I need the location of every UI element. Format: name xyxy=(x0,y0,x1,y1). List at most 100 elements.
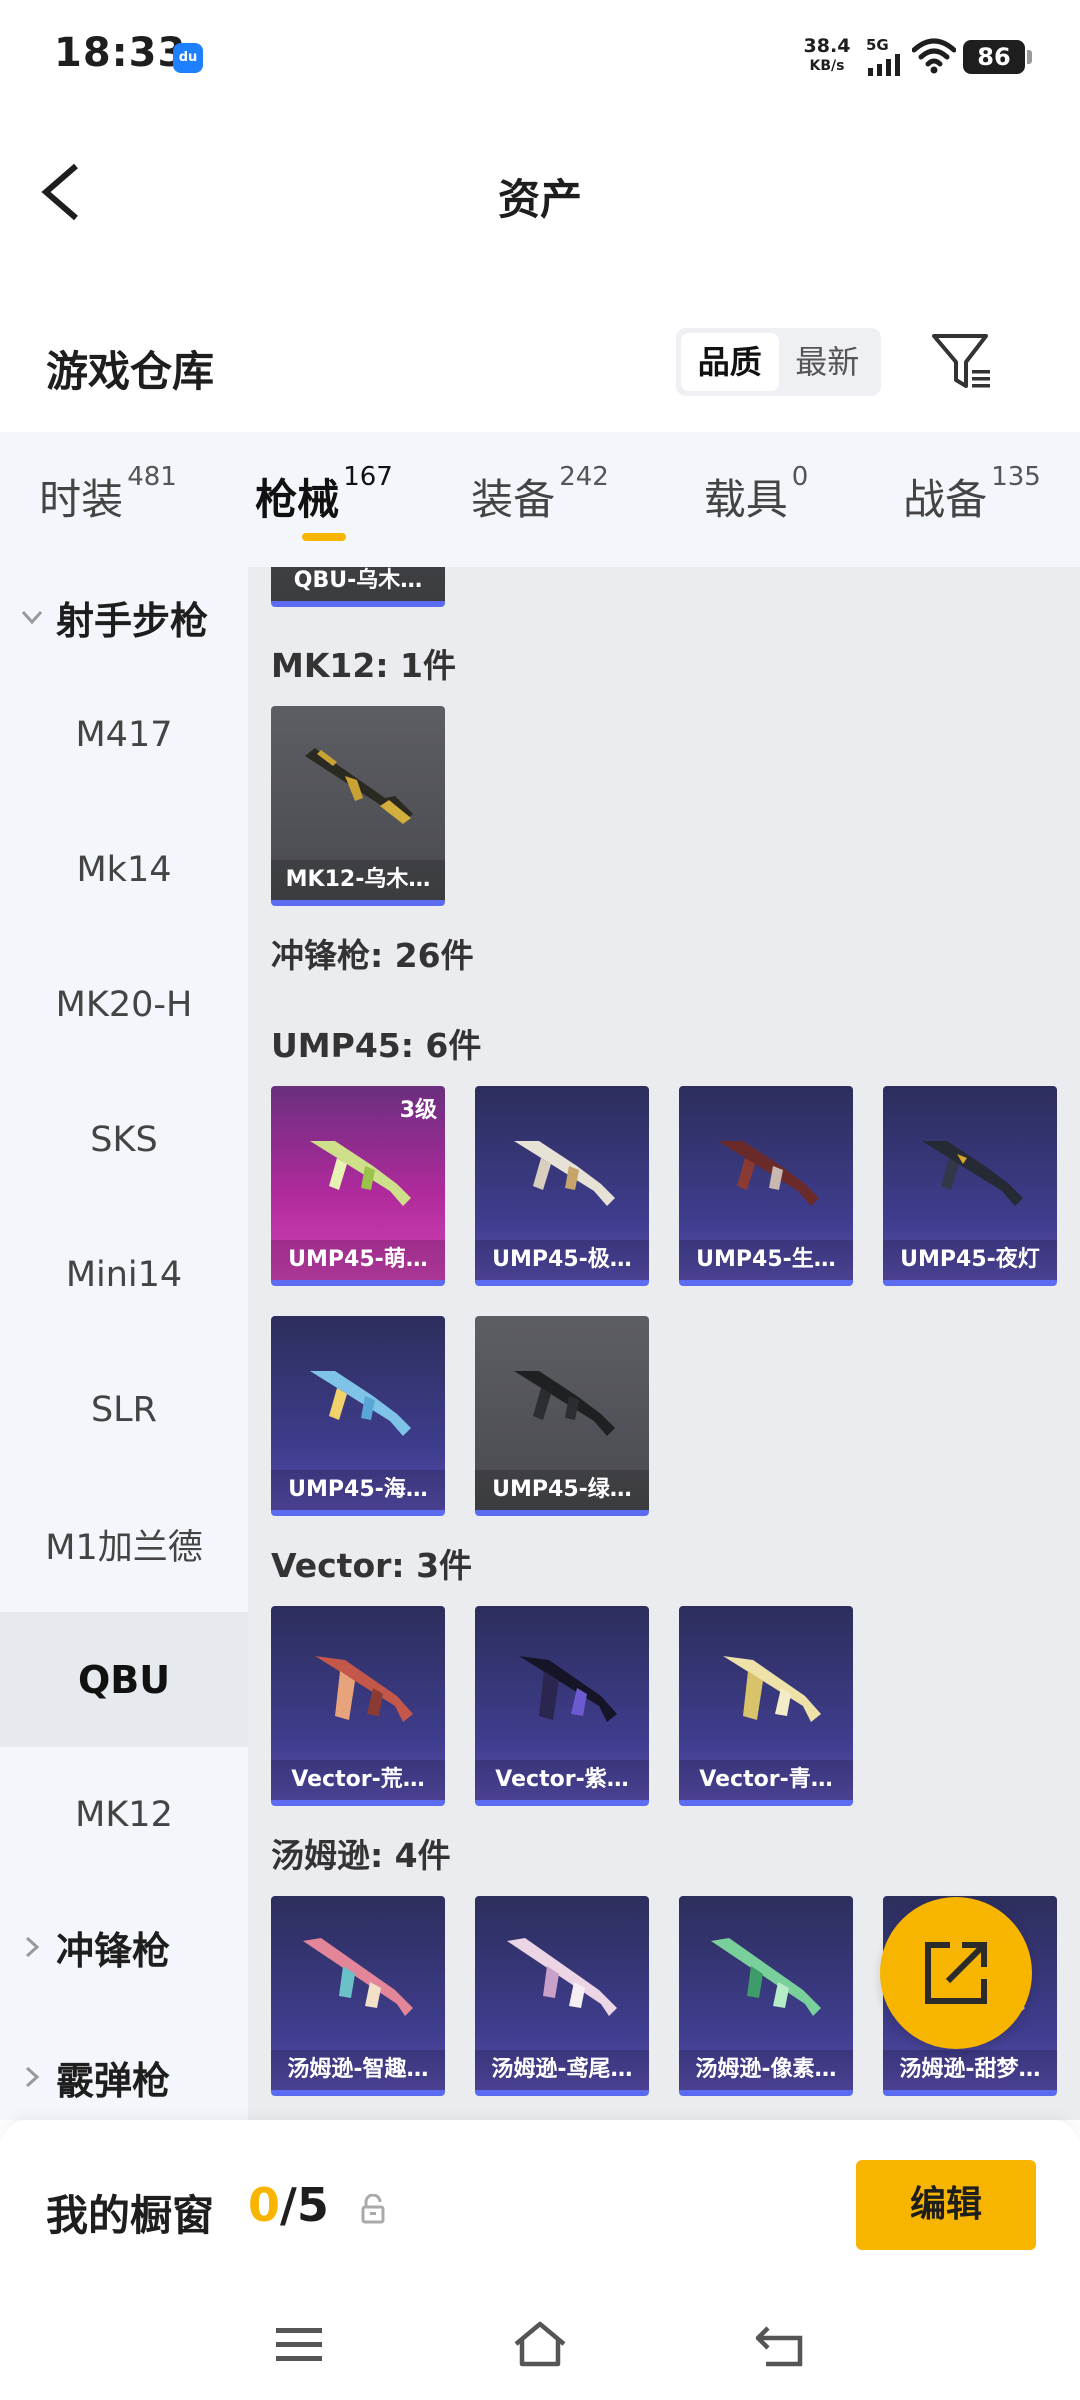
sidebar-item-qbu[interactable]: QBU xyxy=(0,1612,248,1747)
weapon-card[interactable]: 汤姆逊-鸢尾… xyxy=(475,1896,649,2096)
title-bar: 资产 xyxy=(0,116,1080,266)
sidebar-item-mk14[interactable]: Mk14 xyxy=(0,802,248,937)
tab-label: 装备 xyxy=(471,475,556,524)
smg-icon xyxy=(310,1141,411,1206)
smg-icon xyxy=(723,1656,821,1722)
category-tabs: 时装 481 枪械 167 装备 242 载具 0 战备 135 xyxy=(0,432,1080,567)
status-bar: 18:33 du 38.4 KB/s 5G 86 xyxy=(0,0,1080,116)
tab-supplies[interactable]: 战备 135 xyxy=(864,432,1080,567)
section-header-thompson: 汤姆逊: 4件 xyxy=(271,1836,451,1875)
weapon-sidebar: 射手步枪 M417 Mk14 MK20-H SKS Mini14 SLR M1加… xyxy=(0,567,248,2120)
warehouse-title: 游戏仓库 xyxy=(46,347,215,396)
smg-icon xyxy=(718,1141,819,1206)
weapon-card[interactable]: UMP45-生… xyxy=(679,1086,853,1286)
back-nav-icon[interactable] xyxy=(752,2320,808,2370)
showcase-total: /5 xyxy=(280,2178,329,2232)
sidebar-item-m417[interactable]: M417 xyxy=(0,667,248,802)
sidebar-item-slr[interactable]: SLR xyxy=(0,1342,248,1477)
tab-label: 战备 xyxy=(903,475,988,524)
weapon-card[interactable]: UMP45-夜灯 xyxy=(883,1086,1057,1286)
showcase-label: 我的橱窗 xyxy=(46,2191,215,2240)
weapon-card-name: Vector-紫… xyxy=(475,1760,649,1800)
sidebar-group-label: 射手步枪 xyxy=(56,598,209,643)
sort-toggle: 品质 最新 xyxy=(676,328,881,396)
sidebar-item-sks[interactable]: SKS xyxy=(0,1072,248,1207)
sidebar-item-mk12[interactable]: MK12 xyxy=(0,1747,248,1882)
share-icon xyxy=(925,1942,987,2004)
tab-label: 时装 xyxy=(39,475,124,524)
weapon-grid: QBU-乌木… MK12: 1件 MK12-乌木… 冲锋枪: 26件 UMP45… xyxy=(248,567,1080,2120)
sidebar-group-marksman[interactable]: 射手步枪 xyxy=(0,567,248,667)
rifle-icon xyxy=(305,748,413,824)
showcase-current: 0 xyxy=(248,2178,281,2232)
network-speed: 38.4 KB/s xyxy=(802,36,852,76)
weapon-card-name: Vector-荒… xyxy=(271,1760,445,1800)
weapon-card[interactable]: 汤姆逊-像素… xyxy=(679,1896,853,2096)
sidebar-item-mk20h[interactable]: MK20-H xyxy=(0,937,248,1072)
tab-label: 载具 xyxy=(703,475,788,524)
weapon-card[interactable]: 3级 UMP45-萌… xyxy=(271,1086,445,1286)
weapon-card[interactable]: Vector-青… xyxy=(679,1606,853,1806)
tab-count: 167 xyxy=(343,462,393,492)
sort-by-quality[interactable]: 品质 xyxy=(681,333,779,391)
tab-guns[interactable]: 枪械 167 xyxy=(216,432,432,567)
weapon-card-name: UMP45-萌… xyxy=(271,1240,445,1280)
filter-icon[interactable] xyxy=(930,330,994,394)
showcase-bar: 我的橱窗 0/5 编辑 xyxy=(0,2120,1080,2290)
signal-icon xyxy=(868,54,900,76)
section-header-smg: 冲锋枪: 26件 xyxy=(271,936,474,975)
section-header-ump45: UMP45: 6件 xyxy=(271,1026,482,1065)
smg-icon xyxy=(514,1371,615,1436)
smg-icon xyxy=(303,1938,413,2016)
weapon-card-name: UMP45-夜灯 xyxy=(883,1240,1057,1280)
battery-level: 86 xyxy=(963,40,1032,74)
weapon-card[interactable]: MK12-乌木… xyxy=(271,706,445,906)
weapon-card[interactable]: UMP45-绿… xyxy=(475,1316,649,1516)
menu-icon[interactable] xyxy=(272,2320,328,2370)
home-icon[interactable] xyxy=(512,2320,568,2370)
weapon-card[interactable]: UMP45-极… xyxy=(475,1086,649,1286)
tab-count: 242 xyxy=(559,462,609,492)
sidebar-group-label: 冲锋枪 xyxy=(56,1928,171,1973)
page-title: 资产 xyxy=(497,175,582,224)
weapon-card-name: UMP45-极… xyxy=(475,1240,649,1280)
sidebar-group-smg[interactable]: 冲锋枪 xyxy=(0,1882,248,2012)
weapon-card-name: Vector-青… xyxy=(679,1760,853,1800)
smg-icon xyxy=(711,1938,821,2016)
sidebar-item-m1-garand[interactable]: M1加兰德 xyxy=(0,1477,248,1612)
chevron-right-icon xyxy=(25,1936,40,1958)
weapon-card-name: 汤姆逊-智趣… xyxy=(271,2050,445,2090)
sidebar-group-shotgun[interactable]: 霰弹枪 xyxy=(0,2012,248,2120)
smg-icon xyxy=(922,1141,1023,1206)
lock-icon xyxy=(361,2194,385,2224)
active-tab-indicator xyxy=(302,533,346,541)
share-button[interactable] xyxy=(880,1897,1032,2049)
status-time: 18:33 xyxy=(54,30,187,76)
weapon-card[interactable]: 汤姆逊-智趣… xyxy=(271,1896,445,2096)
sidebar-item-mini14[interactable]: Mini14 xyxy=(0,1207,248,1342)
speed-unit: KB/s xyxy=(809,58,845,74)
weapon-card-name: MK12-乌木… xyxy=(271,860,445,900)
chevron-right-icon xyxy=(25,2066,40,2088)
smg-icon xyxy=(507,1938,617,2016)
tab-vehicles[interactable]: 载具 0 xyxy=(648,432,864,567)
weapon-card[interactable]: Vector-荒… xyxy=(271,1606,445,1806)
showcase-count: 0/5 xyxy=(248,2178,329,2232)
sidebar-group-label: 霰弹枪 xyxy=(56,2058,171,2103)
smg-icon xyxy=(514,1141,615,1206)
tab-fashion[interactable]: 时装 481 xyxy=(0,432,216,567)
weapon-card[interactable]: UMP45-海… xyxy=(271,1316,445,1516)
smg-icon xyxy=(315,1656,413,1722)
tab-count: 135 xyxy=(991,462,1041,492)
weapon-card[interactable]: Vector-紫… xyxy=(475,1606,649,1806)
network-type: 5G xyxy=(866,36,889,54)
weapon-card-qbu[interactable]: QBU-乌木… xyxy=(271,567,445,607)
tab-count: 0 xyxy=(791,462,809,492)
tab-equipment[interactable]: 装备 242 xyxy=(432,432,648,567)
weapon-card-name: UMP45-海… xyxy=(271,1470,445,1510)
speed-value: 38.4 xyxy=(803,35,851,57)
sort-by-newest[interactable]: 最新 xyxy=(779,333,877,391)
app-notification-icon: du xyxy=(173,43,203,73)
system-nav-bar xyxy=(0,2290,1080,2400)
edit-button[interactable]: 编辑 xyxy=(856,2160,1036,2250)
